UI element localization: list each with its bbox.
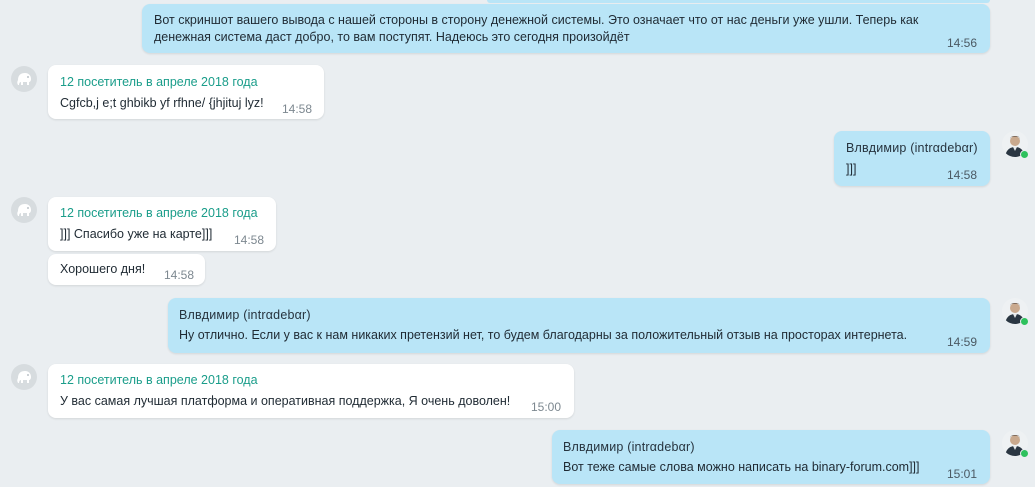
message-bubble-outgoing: Влвдимир (intrαdebαr) Ну отлично. Если у… [168, 298, 990, 353]
message-time: 14:58 [164, 268, 195, 282]
message-time: 14:58 [282, 102, 313, 116]
message-text: Вот скриншот вашего вывода с нашей сторо… [154, 13, 919, 44]
message-text: ]]] [846, 162, 857, 176]
message-time: 14:56 [947, 36, 978, 50]
online-indicator [1020, 317, 1029, 326]
message-text: ]]] Спасибо уже на карте]]] [60, 227, 213, 241]
message-text: Хорошего дня! [60, 262, 146, 276]
message-text: У вас самая лучшая платформа и оперативн… [60, 394, 511, 408]
message-time: 14:58 [947, 168, 978, 182]
elephant-icon [17, 371, 31, 383]
agent-name: Влвдимир (intrαdebαr) [846, 141, 978, 155]
visitor-name[interactable]: 12 посетитель в апреле 2018 года [60, 75, 258, 90]
message-bubble-outgoing: Влвдимир (intrαdebαr) ]]] 14:58 [834, 131, 990, 186]
previous-message-edge [487, 0, 990, 3]
message-text: Вот теже самые слова можно написать на b… [563, 460, 920, 474]
message-time: 14:58 [234, 233, 265, 247]
message-time: 15:00 [531, 400, 562, 414]
elephant-icon [17, 204, 31, 216]
elephant-icon [17, 73, 31, 85]
message-time: 15:01 [947, 467, 978, 481]
message-bubble-incoming: 12 посетитель в апреле 2018 года Cgfcb,j… [48, 65, 324, 119]
visitor-avatar [11, 197, 37, 223]
message-bubble-outgoing: Вот скриншот вашего вывода с нашей сторо… [142, 4, 990, 53]
message-bubble-incoming: Хорошего дня! 14:58 [48, 254, 205, 285]
visitor-name[interactable]: 12 посетитель в апреле 2018 года [60, 373, 258, 388]
message-bubble-incoming: 12 посетитель в апреле 2018 года У вас с… [48, 364, 574, 418]
message-text: Ну отлично. Если у вас к нам никаких пре… [179, 328, 908, 342]
message-time: 14:59 [947, 335, 978, 349]
chat-log[interactable]: Вот скриншот вашего вывода с нашей сторо… [0, 0, 1035, 487]
visitor-avatar [11, 66, 37, 92]
online-indicator [1020, 449, 1029, 458]
online-indicator [1020, 150, 1029, 159]
visitor-name[interactable]: 12 посетитель в апреле 2018 года [60, 206, 258, 221]
message-bubble-incoming: 12 посетитель в апреле 2018 года ]]] Спа… [48, 197, 276, 251]
message-text: Cgfcb,j e;t ghbikb yf rfhne/ {jhjituj ly… [60, 96, 264, 110]
visitor-avatar [11, 364, 37, 390]
agent-name: Влвдимир (intrαdebαr) [179, 308, 311, 322]
message-bubble-outgoing: Влвдимир (intrαdebαr) Вот теже самые сло… [552, 430, 990, 484]
agent-name: Влвдимир (intrαdebαr) [563, 440, 695, 454]
